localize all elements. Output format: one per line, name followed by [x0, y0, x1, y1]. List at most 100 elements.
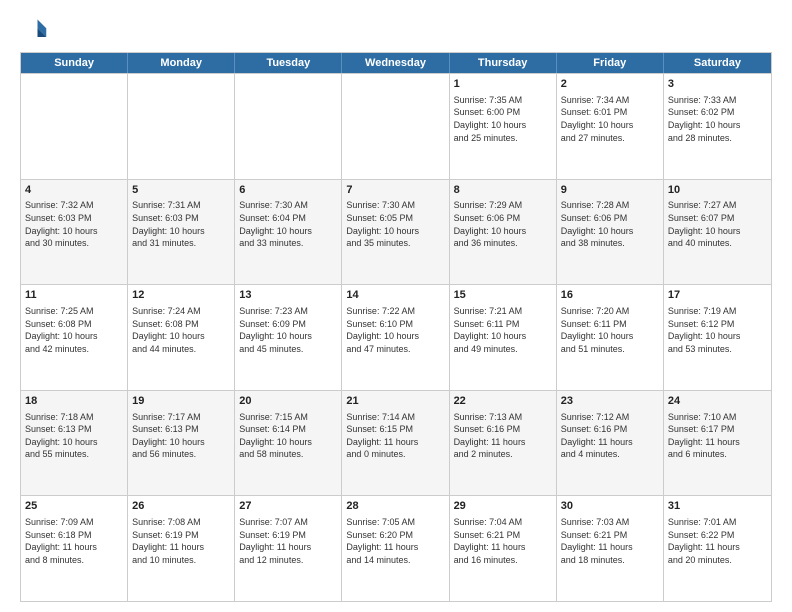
- day-info: Sunrise: 7:32 AM Sunset: 6:03 PM Dayligh…: [25, 199, 123, 249]
- day-cell-16: 16 Sunrise: 7:20 AM Sunset: 6:11 PM Dayli…: [557, 285, 664, 390]
- day-number: 17: [668, 288, 767, 303]
- day-info: Sunrise: 7:21 AM Sunset: 6:11 PM Dayligh…: [454, 305, 552, 355]
- day-number: 9: [561, 183, 659, 198]
- day-cell-13: 13 Sunrise: 7:23 AM Sunset: 6:09 PM Dayli…: [235, 285, 342, 390]
- day-info: Sunrise: 7:13 AM Sunset: 6:16 PM Dayligh…: [454, 411, 552, 461]
- day-cell-11: 11 Sunrise: 7:25 AM Sunset: 6:08 PM Dayli…: [21, 285, 128, 390]
- day-number: 11: [25, 288, 123, 303]
- calendar-row-3: 11 Sunrise: 7:25 AM Sunset: 6:08 PM Dayli…: [21, 284, 771, 390]
- day-cell-18: 18 Sunrise: 7:18 AM Sunset: 6:13 PM Dayli…: [21, 391, 128, 496]
- day-cell-4: 4Sunrise: 7:32 AM Sunset: 6:03 PM Daylig…: [21, 180, 128, 285]
- day-info: Sunrise: 7:05 AM Sunset: 6:20 PM Dayligh…: [346, 516, 444, 566]
- day-info: Sunrise: 7:20 AM Sunset: 6:11 PM Dayligh…: [561, 305, 659, 355]
- page: SundayMondayTuesdayWednesdayThursdayFrid…: [0, 0, 792, 612]
- day-info: Sunrise: 7:34 AM Sunset: 6:01 PM Dayligh…: [561, 94, 659, 144]
- empty-cell: [235, 74, 342, 179]
- day-number: 21: [346, 394, 444, 409]
- calendar-row-5: 25Sunrise: 7:09 AM Sunset: 6:18 PM Dayli…: [21, 495, 771, 601]
- day-cell-14: 14Sunrise: 7:22 AM Sunset: 6:10 PM Dayli…: [342, 285, 449, 390]
- day-cell-12: 12 Sunrise: 7:24 AM Sunset: 6:08 PM Dayli…: [128, 285, 235, 390]
- day-number: 25: [25, 499, 123, 514]
- logo-icon: [20, 16, 48, 44]
- day-cell-5: 5Sunrise: 7:31 AM Sunset: 6:03 PM Daylig…: [128, 180, 235, 285]
- day-cell-23: 23 Sunrise: 7:12 AM Sunset: 6:16 PM Dayli…: [557, 391, 664, 496]
- day-number: 20: [239, 394, 337, 409]
- day-cell-19: 19Sunrise: 7:17 AM Sunset: 6:13 PM Dayli…: [128, 391, 235, 496]
- day-number: 6: [239, 183, 337, 198]
- day-number: 5: [132, 183, 230, 198]
- day-cell-9: 9Sunrise: 7:28 AM Sunset: 6:06 PM Daylig…: [557, 180, 664, 285]
- day-cell-17: 17 Sunrise: 7:19 AM Sunset: 6:12 PM Dayli…: [664, 285, 771, 390]
- day-cell-3: 3 Sunrise: 7:33 AM Sunset: 6:02 PM Daylig…: [664, 74, 771, 179]
- day-number: 7: [346, 183, 444, 198]
- day-info: Sunrise: 7:17 AM Sunset: 6:13 PM Dayligh…: [132, 411, 230, 461]
- day-info: Sunrise: 7:33 AM Sunset: 6:02 PM Dayligh…: [668, 94, 767, 144]
- day-cell-27: 27 Sunrise: 7:07 AM Sunset: 6:19 PM Dayli…: [235, 496, 342, 601]
- day-info: Sunrise: 7:04 AM Sunset: 6:21 PM Dayligh…: [454, 516, 552, 566]
- day-info: Sunrise: 7:19 AM Sunset: 6:12 PM Dayligh…: [668, 305, 767, 355]
- day-info: Sunrise: 7:24 AM Sunset: 6:08 PM Dayligh…: [132, 305, 230, 355]
- day-info: Sunrise: 7:35 AM Sunset: 6:00 PM Dayligh…: [454, 94, 552, 144]
- day-number: 13: [239, 288, 337, 303]
- header: [20, 16, 772, 44]
- day-info: Sunrise: 7:22 AM Sunset: 6:10 PM Dayligh…: [346, 305, 444, 355]
- day-cell-26: 26 Sunrise: 7:08 AM Sunset: 6:19 PM Dayli…: [128, 496, 235, 601]
- day-info: Sunrise: 7:08 AM Sunset: 6:19 PM Dayligh…: [132, 516, 230, 566]
- day-number: 27: [239, 499, 337, 514]
- day-number: 15: [454, 288, 552, 303]
- day-info: Sunrise: 7:18 AM Sunset: 6:13 PM Dayligh…: [25, 411, 123, 461]
- day-cell-6: 6Sunrise: 7:30 AM Sunset: 6:04 PM Daylig…: [235, 180, 342, 285]
- day-info: Sunrise: 7:10 AM Sunset: 6:17 PM Dayligh…: [668, 411, 767, 461]
- day-info: Sunrise: 7:28 AM Sunset: 6:06 PM Dayligh…: [561, 199, 659, 249]
- day-cell-30: 30 Sunrise: 7:03 AM Sunset: 6:21 PM Dayli…: [557, 496, 664, 601]
- logo: [20, 16, 52, 44]
- day-info: Sunrise: 7:12 AM Sunset: 6:16 PM Dayligh…: [561, 411, 659, 461]
- header-day-thursday: Thursday: [450, 53, 557, 73]
- day-info: Sunrise: 7:30 AM Sunset: 6:05 PM Dayligh…: [346, 199, 444, 249]
- day-number: 23: [561, 394, 659, 409]
- day-cell-28: 28 Sunrise: 7:05 AM Sunset: 6:20 PM Dayli…: [342, 496, 449, 601]
- header-day-wednesday: Wednesday: [342, 53, 449, 73]
- day-cell-29: 29 Sunrise: 7:04 AM Sunset: 6:21 PM Dayli…: [450, 496, 557, 601]
- day-info: Sunrise: 7:07 AM Sunset: 6:19 PM Dayligh…: [239, 516, 337, 566]
- day-number: 18: [25, 394, 123, 409]
- day-cell-25: 25Sunrise: 7:09 AM Sunset: 6:18 PM Dayli…: [21, 496, 128, 601]
- empty-cell: [342, 74, 449, 179]
- day-info: Sunrise: 7:23 AM Sunset: 6:09 PM Dayligh…: [239, 305, 337, 355]
- day-number: 2: [561, 77, 659, 92]
- day-number: 8: [454, 183, 552, 198]
- day-number: 24: [668, 394, 767, 409]
- day-number: 1: [454, 77, 552, 92]
- day-info: Sunrise: 7:03 AM Sunset: 6:21 PM Dayligh…: [561, 516, 659, 566]
- day-number: 26: [132, 499, 230, 514]
- day-number: 28: [346, 499, 444, 514]
- day-info: Sunrise: 7:14 AM Sunset: 6:15 PM Dayligh…: [346, 411, 444, 461]
- day-number: 30: [561, 499, 659, 514]
- day-cell-20: 20 Sunrise: 7:15 AM Sunset: 6:14 PM Dayli…: [235, 391, 342, 496]
- day-number: 3: [668, 77, 767, 92]
- day-info: Sunrise: 7:01 AM Sunset: 6:22 PM Dayligh…: [668, 516, 767, 566]
- day-info: Sunrise: 7:15 AM Sunset: 6:14 PM Dayligh…: [239, 411, 337, 461]
- day-cell-15: 15 Sunrise: 7:21 AM Sunset: 6:11 PM Dayli…: [450, 285, 557, 390]
- day-number: 22: [454, 394, 552, 409]
- day-cell-2: 2 Sunrise: 7:34 AM Sunset: 6:01 PM Daylig…: [557, 74, 664, 179]
- day-number: 10: [668, 183, 767, 198]
- calendar-row-1: 1 Sunrise: 7:35 AM Sunset: 6:00 PM Daylig…: [21, 73, 771, 179]
- day-number: 31: [668, 499, 767, 514]
- header-day-friday: Friday: [557, 53, 664, 73]
- day-number: 12: [132, 288, 230, 303]
- day-cell-24: 24 Sunrise: 7:10 AM Sunset: 6:17 PM Dayli…: [664, 391, 771, 496]
- day-number: 4: [25, 183, 123, 198]
- day-info: Sunrise: 7:25 AM Sunset: 6:08 PM Dayligh…: [25, 305, 123, 355]
- header-day-saturday: Saturday: [664, 53, 771, 73]
- day-info: Sunrise: 7:30 AM Sunset: 6:04 PM Dayligh…: [239, 199, 337, 249]
- day-number: 29: [454, 499, 552, 514]
- day-cell-10: 10Sunrise: 7:27 AM Sunset: 6:07 PM Dayli…: [664, 180, 771, 285]
- day-info: Sunrise: 7:31 AM Sunset: 6:03 PM Dayligh…: [132, 199, 230, 249]
- calendar-row-2: 4Sunrise: 7:32 AM Sunset: 6:03 PM Daylig…: [21, 179, 771, 285]
- day-cell-1: 1 Sunrise: 7:35 AM Sunset: 6:00 PM Daylig…: [450, 74, 557, 179]
- day-cell-22: 22 Sunrise: 7:13 AM Sunset: 6:16 PM Dayli…: [450, 391, 557, 496]
- day-number: 16: [561, 288, 659, 303]
- empty-cell: [21, 74, 128, 179]
- header-day-monday: Monday: [128, 53, 235, 73]
